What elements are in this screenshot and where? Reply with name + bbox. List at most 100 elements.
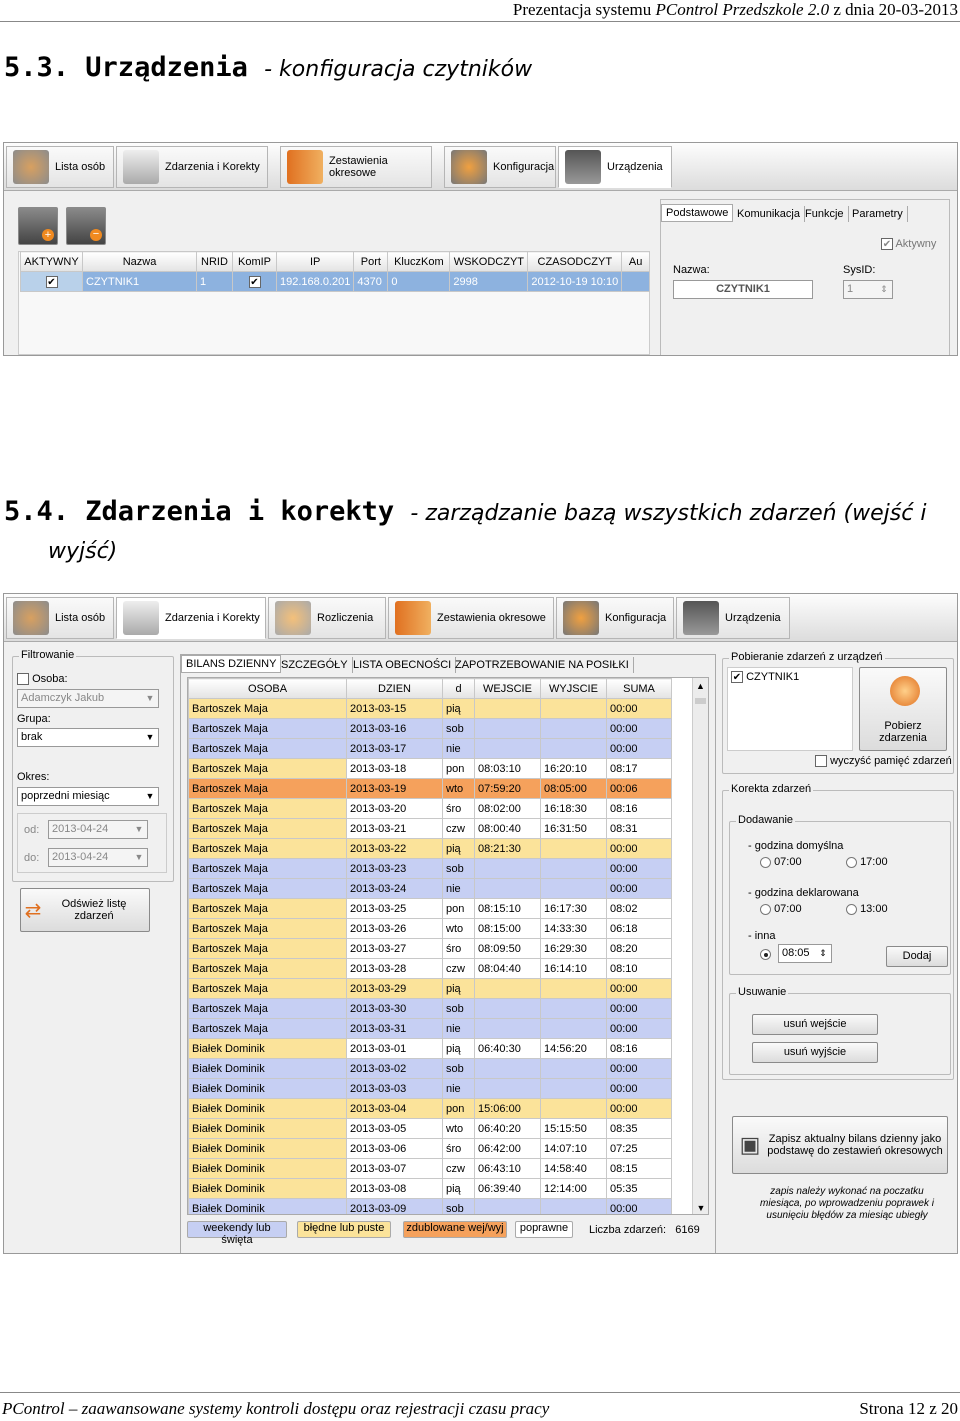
table-cell[interactable]: 00:00 bbox=[606, 838, 672, 859]
table-row[interactable]: Bartoszek Maja 2013-03-27 śro 08:09:50 16:29… bbox=[188, 938, 672, 959]
nazwa-field[interactable]: CZYTNIK1 bbox=[673, 280, 813, 299]
default-hour-2[interactable]: 17:00 bbox=[846, 856, 888, 868]
tab-komunikacja[interactable]: Komunikacja bbox=[733, 206, 805, 222]
table-cell[interactable]: 08:10 bbox=[606, 958, 672, 979]
column-header[interactable]: Nazwa bbox=[82, 251, 197, 272]
table-cell[interactable] bbox=[540, 718, 607, 739]
table-cell[interactable]: Białek Dominik bbox=[188, 1078, 347, 1099]
clear-memory-checkbox[interactable] bbox=[815, 755, 827, 768]
table-cell[interactable] bbox=[474, 858, 541, 879]
table-cell[interactable]: 08:09:50 bbox=[474, 938, 541, 959]
table-cell[interactable]: Białek Dominik bbox=[188, 1038, 347, 1059]
table-cell[interactable]: 08:20 bbox=[606, 938, 672, 959]
table-cell[interactable]: 2013-03-29 bbox=[346, 978, 443, 999]
table-cell[interactable]: 2013-03-21 bbox=[346, 818, 443, 839]
table-cell[interactable]: śro bbox=[442, 1138, 475, 1159]
table-cell[interactable]: pią bbox=[442, 978, 475, 999]
tab-zapotrzebowanie[interactable]: ZAPOTRZEBOWANIE NA POSIŁKI bbox=[451, 657, 634, 673]
table-cell[interactable]: 00:00 bbox=[606, 1098, 672, 1119]
column-header[interactable]: AKTYWNY bbox=[20, 251, 83, 272]
table-cell[interactable]: 16:18:30 bbox=[540, 798, 607, 819]
table-cell[interactable]: 2013-03-19 bbox=[346, 778, 443, 799]
table-cell[interactable]: 06:43:10 bbox=[474, 1158, 541, 1179]
cell[interactable]: CZYTNIK1 bbox=[82, 271, 197, 292]
table-row[interactable]: Białek Dominik 2013-03-02 sob 00:00 bbox=[188, 1058, 672, 1079]
table-cell[interactable]: 00:00 bbox=[606, 718, 672, 739]
do-field[interactable]: 2013-04-24 ▼ bbox=[48, 848, 148, 867]
table-cell[interactable]: 2013-03-03 bbox=[346, 1078, 443, 1099]
table-row[interactable]: Białek Dominik 2013-03-08 pią 06:39:40 12:14… bbox=[188, 1178, 672, 1199]
table-cell[interactable]: 00:00 bbox=[606, 738, 672, 759]
table-cell[interactable]: Bartoszek Maja bbox=[188, 858, 347, 879]
table-cell[interactable] bbox=[540, 878, 607, 899]
table-cell[interactable]: 2013-03-25 bbox=[346, 898, 443, 919]
table-cell[interactable]: 14:56:20 bbox=[540, 1038, 607, 1059]
komip-checkbox[interactable]: ✔ bbox=[248, 275, 261, 288]
table-cell[interactable]: 16:14:10 bbox=[540, 958, 607, 979]
table-cell[interactable] bbox=[540, 1018, 607, 1039]
table-cell[interactable]: sob bbox=[442, 1198, 475, 1214]
remove-device-button[interactable]: − bbox=[66, 207, 106, 245]
tab-lista-obecnosci[interactable]: LISTA OBECNOŚCI bbox=[349, 657, 457, 673]
table-cell[interactable]: 05:35 bbox=[606, 1178, 672, 1199]
table-cell[interactable]: 15:15:50 bbox=[540, 1118, 607, 1139]
table-cell[interactable] bbox=[474, 1018, 541, 1039]
table-cell[interactable] bbox=[540, 1198, 607, 1214]
column-header[interactable]: CZASODCZYT bbox=[527, 251, 623, 272]
table-row[interactable]: Bartoszek Maja 2013-03-28 czw 08:04:40 16:14… bbox=[188, 958, 672, 979]
od-field[interactable]: 2013-04-24 ▼ bbox=[48, 820, 148, 839]
table-row[interactable]: Bartoszek Maja 2013-03-17 nie 00:00 bbox=[188, 738, 672, 759]
table-cell[interactable]: 08:00:40 bbox=[474, 818, 541, 839]
table-cell[interactable] bbox=[474, 978, 541, 999]
table-cell[interactable]: Białek Dominik bbox=[188, 1178, 347, 1199]
column-header[interactable]: WYJSCIE bbox=[540, 678, 607, 699]
cell[interactable]: 2998 bbox=[449, 271, 529, 292]
radio-icon[interactable] bbox=[760, 856, 771, 868]
table-cell[interactable]: 2013-03-30 bbox=[346, 998, 443, 1019]
table-cell[interactable]: 2013-03-31 bbox=[346, 1018, 443, 1039]
table-cell[interactable]: 16:20:10 bbox=[540, 758, 607, 779]
radio-icon[interactable] bbox=[846, 856, 857, 868]
cell[interactable]: 4370 bbox=[353, 271, 389, 292]
table-cell[interactable]: 2013-03-08 bbox=[346, 1178, 443, 1199]
other-hour-radio[interactable] bbox=[760, 948, 771, 960]
osoba-select[interactable]: Adamczyk Jakub ▼ bbox=[17, 689, 159, 708]
table-cell[interactable]: 2013-03-15 bbox=[346, 698, 443, 719]
tab-zestawienia[interactable]: Zestawienia okresowe bbox=[280, 146, 432, 188]
column-header[interactable]: SUMA bbox=[606, 678, 672, 699]
table-cell[interactable]: 08:15:10 bbox=[474, 898, 541, 919]
table-cell[interactable]: Bartoszek Maja bbox=[188, 838, 347, 859]
cell[interactable]: ✔ bbox=[232, 271, 277, 292]
table-cell[interactable]: Bartoszek Maja bbox=[188, 898, 347, 919]
table-row[interactable]: Bartoszek Maja 2013-03-20 śro 08:02:00 16:18… bbox=[188, 798, 672, 819]
table-cell[interactable]: 2013-03-09 bbox=[346, 1198, 443, 1214]
sysid-stepper[interactable]: 1 ⇕ bbox=[843, 280, 893, 299]
table-cell[interactable]: 00:00 bbox=[606, 858, 672, 879]
tab-rozliczenia[interactable]: Rozliczenia bbox=[268, 597, 386, 639]
table-cell[interactable]: 14:33:30 bbox=[540, 918, 607, 939]
table-cell[interactable]: 08:05:00 bbox=[540, 778, 607, 799]
column-header[interactable]: d bbox=[442, 678, 475, 699]
table-cell[interactable]: 2013-03-16 bbox=[346, 718, 443, 739]
column-header[interactable]: WSKODCZYT bbox=[449, 251, 529, 272]
refresh-events-button[interactable]: ⇄ Odśwież listę zdarzeń bbox=[20, 888, 150, 932]
add-device-button[interactable]: + bbox=[18, 207, 58, 245]
tab-funkcje[interactable]: Funkcje bbox=[801, 206, 849, 222]
table-cell[interactable]: Bartoszek Maja bbox=[188, 998, 347, 1019]
table-cell[interactable]: pon bbox=[442, 898, 475, 919]
column-header[interactable]: DZIEN bbox=[346, 678, 443, 699]
chevron-down-icon[interactable]: ▼ bbox=[143, 789, 157, 804]
table-cell[interactable]: śro bbox=[442, 798, 475, 819]
tab-urzadzenia[interactable]: Urządzenia bbox=[676, 597, 790, 639]
vertical-scrollbar[interactable]: ▲ ▼ bbox=[692, 678, 708, 1214]
chevron-down-icon[interactable]: ▼ bbox=[143, 730, 157, 745]
table-cell[interactable]: Bartoszek Maja bbox=[188, 818, 347, 839]
aktywny-option[interactable]: ✔ Aktywny bbox=[881, 238, 936, 251]
table-cell[interactable]: Białek Dominik bbox=[188, 1098, 347, 1119]
table-cell[interactable]: 08:02:00 bbox=[474, 798, 541, 819]
radio-icon[interactable] bbox=[760, 948, 771, 960]
save-balance-button[interactable]: ▣ Zapisz aktualny bilans dzienny jako pod… bbox=[732, 1116, 948, 1174]
scroll-down-icon[interactable]: ▼ bbox=[693, 1200, 708, 1214]
table-cell[interactable]: 14:07:10 bbox=[540, 1138, 607, 1159]
table-cell[interactable]: pią bbox=[442, 1038, 475, 1059]
